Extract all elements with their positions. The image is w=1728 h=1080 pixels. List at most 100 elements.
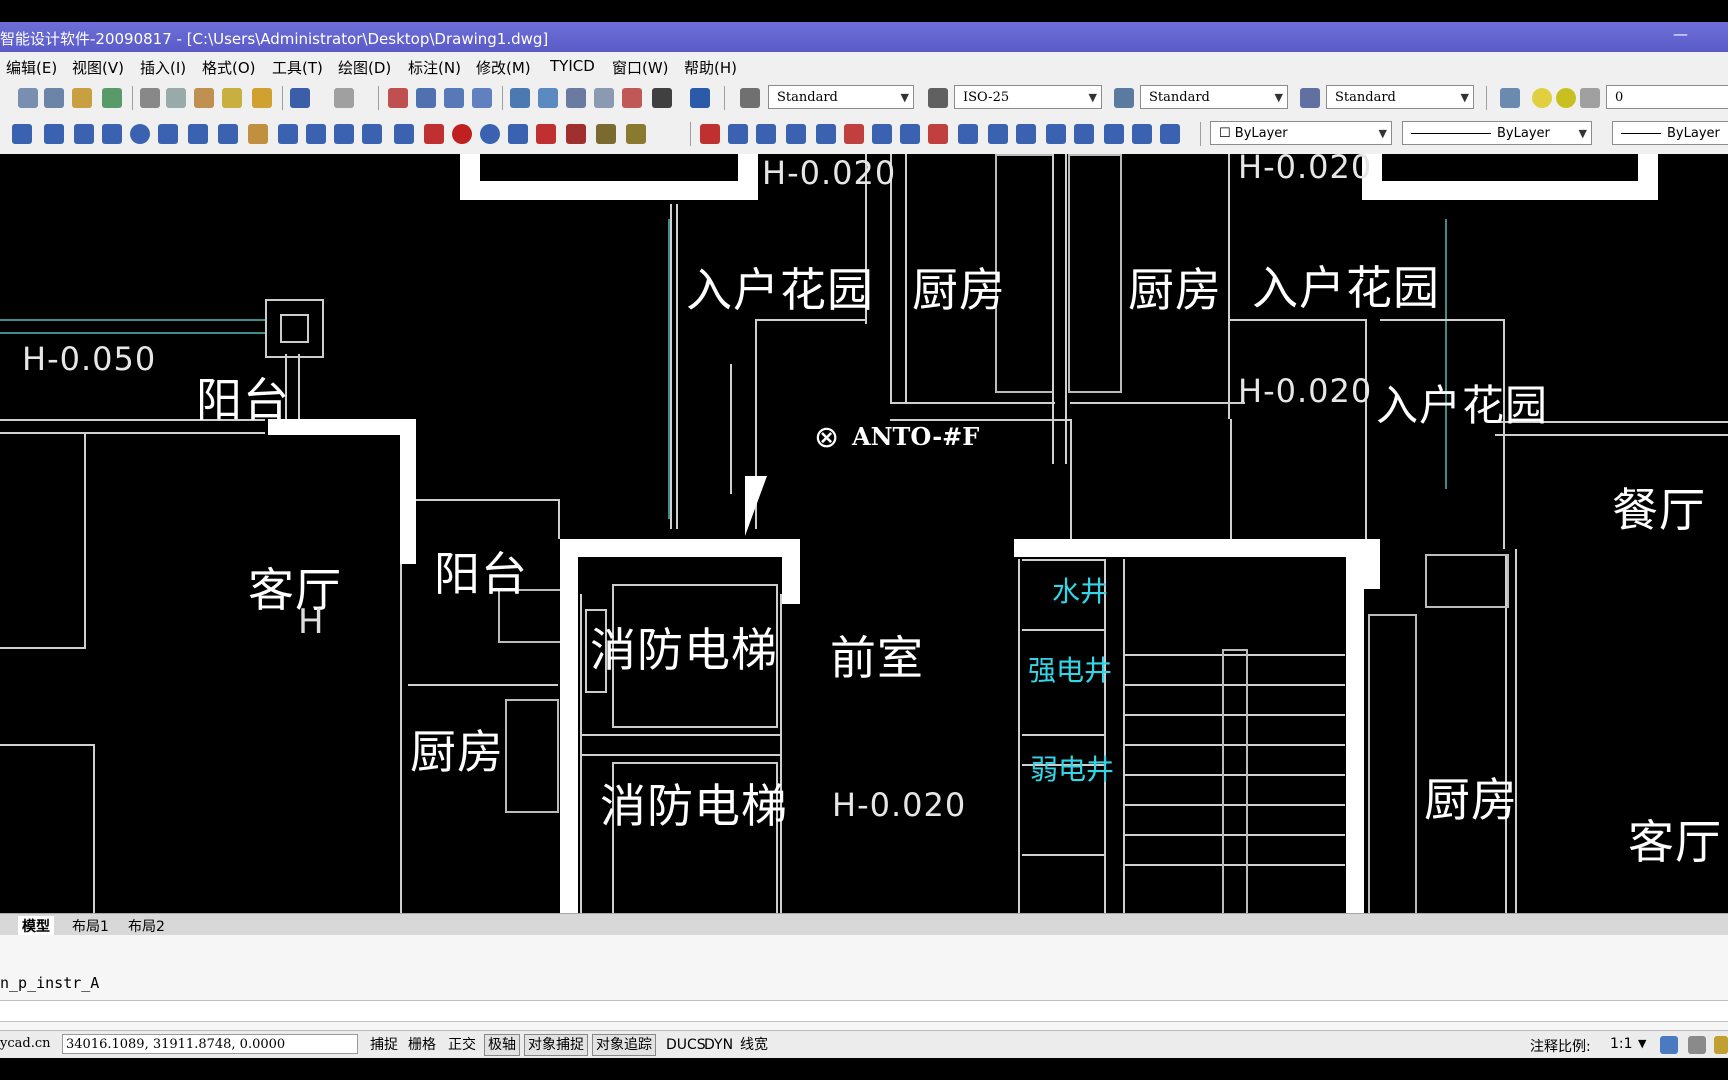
jogged-linear-icon[interactable] bbox=[480, 124, 500, 144]
paste-icon[interactable] bbox=[194, 88, 214, 108]
inspection-icon[interactable] bbox=[452, 124, 472, 144]
radius-icon[interactable] bbox=[130, 124, 150, 144]
ordinate-icon[interactable] bbox=[102, 124, 122, 144]
spline-icon[interactable] bbox=[928, 124, 948, 144]
snap-toggle[interactable]: 捕捉 bbox=[366, 1034, 402, 1056]
zoom-window-icon[interactable] bbox=[444, 88, 464, 108]
menu-dimension[interactable]: 标注(N) bbox=[408, 57, 461, 78]
dimension-style-control-icon[interactable] bbox=[596, 124, 616, 144]
block-editor-icon[interactable] bbox=[252, 88, 272, 108]
menu-help[interactable]: 帮助(H) bbox=[684, 57, 737, 78]
undo-icon[interactable] bbox=[290, 88, 310, 108]
menu-modify[interactable]: 修改(M) bbox=[476, 57, 531, 78]
menu-format[interactable]: 格式(O) bbox=[202, 57, 256, 78]
menu-edit[interactable]: 编辑(E) bbox=[6, 57, 57, 78]
construction-line-icon[interactable] bbox=[728, 124, 748, 144]
diameter-icon[interactable] bbox=[188, 124, 208, 144]
dimension-space-icon[interactable] bbox=[334, 124, 354, 144]
arc-icon[interactable] bbox=[844, 124, 864, 144]
design-center-icon[interactable] bbox=[538, 88, 558, 108]
print-icon[interactable] bbox=[18, 88, 38, 108]
jogged-icon[interactable] bbox=[158, 124, 178, 144]
pan-icon[interactable] bbox=[388, 88, 408, 108]
ellipse-icon[interactable] bbox=[958, 124, 978, 144]
color-select[interactable]: ☐ ByLayer ▼ bbox=[1210, 121, 1392, 145]
3d-dwf-icon[interactable] bbox=[102, 88, 122, 108]
point-icon[interactable] bbox=[1046, 124, 1066, 144]
arc-length-icon[interactable] bbox=[74, 124, 94, 144]
redo-icon[interactable] bbox=[334, 88, 354, 108]
dimension-style-select[interactable]: ISO-25 ▼ bbox=[954, 85, 1102, 109]
match-properties-icon[interactable] bbox=[222, 88, 242, 108]
dimension-edit-icon[interactable] bbox=[508, 124, 528, 144]
tab-layout-2[interactable]: 布局2 bbox=[128, 916, 165, 936]
help-icon[interactable] bbox=[690, 88, 710, 108]
layer-manager-icon[interactable] bbox=[1500, 88, 1520, 108]
zoom-previous-icon[interactable] bbox=[472, 88, 492, 108]
copy-icon[interactable] bbox=[166, 88, 186, 108]
multileader-style-select[interactable]: Standard ▼ bbox=[1326, 85, 1474, 109]
line-icon[interactable] bbox=[700, 124, 720, 144]
text-style-select[interactable]: Standard ▼ bbox=[768, 85, 914, 109]
make-block-icon[interactable] bbox=[1016, 124, 1036, 144]
angular-icon[interactable] bbox=[218, 124, 238, 144]
ortho-toggle[interactable]: 正交 bbox=[444, 1034, 480, 1056]
revision-cloud-icon[interactable] bbox=[900, 124, 920, 144]
lineweight-select[interactable]: ByLayer bbox=[1612, 121, 1728, 145]
dyn-toggle[interactable]: DYN bbox=[700, 1034, 737, 1056]
dimension-break-icon[interactable] bbox=[362, 124, 382, 144]
grid-toggle[interactable]: 栅格 bbox=[404, 1034, 440, 1056]
plot-preview-icon[interactable] bbox=[44, 88, 64, 108]
layer-select[interactable]: 0 bbox=[1606, 85, 1728, 109]
dimension-override-icon[interactable] bbox=[626, 124, 646, 144]
tolerance-icon[interactable] bbox=[394, 124, 414, 144]
polyline-icon[interactable] bbox=[756, 124, 776, 144]
auto-scale-icon[interactable] bbox=[1688, 1036, 1706, 1054]
tool-palettes-icon[interactable] bbox=[566, 88, 586, 108]
quick-dimension-icon[interactable] bbox=[248, 124, 268, 144]
linear-dimension-icon[interactable] bbox=[12, 124, 32, 144]
menu-tyicd[interactable]: TYICD bbox=[550, 57, 595, 75]
menu-tools[interactable]: 工具(T) bbox=[272, 57, 323, 78]
dimension-text-edit-icon[interactable] bbox=[536, 124, 556, 144]
lightbulb-icon[interactable] bbox=[1532, 88, 1552, 108]
gradient-icon[interactable] bbox=[1104, 124, 1124, 144]
tab-model[interactable]: 模型 bbox=[18, 916, 54, 936]
sheet-set-icon[interactable] bbox=[594, 88, 614, 108]
calculator-icon[interactable] bbox=[652, 88, 672, 108]
lineweight-toggle[interactable]: 线宽 bbox=[736, 1034, 772, 1056]
menu-draw[interactable]: 绘图(D) bbox=[338, 57, 391, 78]
sun-icon[interactable] bbox=[1556, 88, 1576, 108]
tab-layout-1[interactable]: 布局1 bbox=[72, 916, 109, 936]
table-icon[interactable] bbox=[1160, 124, 1180, 144]
annotation-scale-value[interactable]: 1:1 bbox=[1610, 1036, 1633, 1052]
dimension-update-icon[interactable] bbox=[566, 124, 586, 144]
table-style-select[interactable]: Standard ▼ bbox=[1140, 85, 1288, 109]
cut-icon[interactable] bbox=[140, 88, 160, 108]
rectangle-icon[interactable] bbox=[816, 124, 836, 144]
lock-icon[interactable] bbox=[1714, 1036, 1728, 1054]
circle-icon[interactable] bbox=[872, 124, 892, 144]
center-mark-icon[interactable] bbox=[424, 124, 444, 144]
linetype-select[interactable]: ByLayer ▼ bbox=[1402, 121, 1592, 145]
chevron-down-icon[interactable]: ▼ bbox=[1638, 1037, 1646, 1050]
lock-icon[interactable] bbox=[1580, 88, 1600, 108]
insert-block-icon[interactable] bbox=[988, 124, 1008, 144]
publish-icon[interactable] bbox=[72, 88, 92, 108]
polygon-icon[interactable] bbox=[786, 124, 806, 144]
polar-toggle[interactable]: 极轴 bbox=[484, 1034, 520, 1056]
region-icon[interactable] bbox=[1132, 124, 1152, 144]
menu-insert[interactable]: 插入(I) bbox=[140, 57, 186, 78]
baseline-icon[interactable] bbox=[278, 124, 298, 144]
menu-window[interactable]: 窗口(W) bbox=[612, 57, 669, 78]
command-input[interactable] bbox=[0, 1000, 1728, 1022]
hatch-icon[interactable] bbox=[1074, 124, 1094, 144]
object-snap-toggle[interactable]: 对象捕捉 bbox=[524, 1034, 588, 1056]
continue-icon[interactable] bbox=[306, 124, 326, 144]
drawing-canvas[interactable]: 入户花园 厨房 厨房 入户花园 入户花园 阳台 客厅 H 阳台 消防电梯 前室 … bbox=[0, 154, 1728, 913]
menu-view[interactable]: 视图(V) bbox=[72, 57, 124, 78]
object-track-toggle[interactable]: 对象追踪 bbox=[592, 1034, 656, 1056]
aligned-dimension-icon[interactable] bbox=[44, 124, 64, 144]
zoom-realtime-icon[interactable] bbox=[416, 88, 436, 108]
properties-icon[interactable] bbox=[510, 88, 530, 108]
